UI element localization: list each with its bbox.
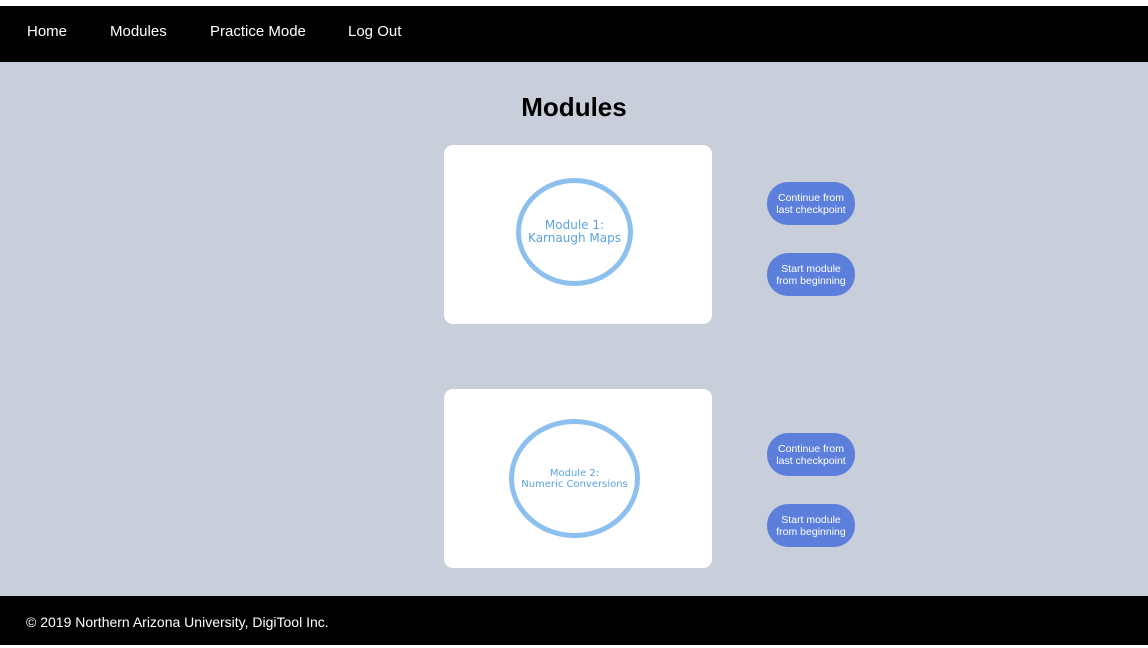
- nav-log-out-link[interactable]: Log Out: [348, 6, 401, 62]
- module-1-circle[interactable]: Module 1: Karnaugh Maps: [516, 178, 633, 286]
- module-2-card[interactable]: Module 2: Numeric Conversions: [444, 389, 712, 568]
- module-1-start-label-line1: Start module: [781, 262, 841, 275]
- page-title: Modules: [521, 92, 627, 122]
- nav-home-link[interactable]: Home: [27, 6, 67, 62]
- module-2-start-label-line1: Start module: [781, 513, 841, 526]
- module-2-circle[interactable]: Module 2: Numeric Conversions: [509, 419, 640, 538]
- module-2-start-button[interactable]: Start module from beginning: [767, 504, 855, 547]
- module-1-continue-label-line2: last checkpoint: [776, 203, 846, 216]
- nav-modules-link[interactable]: Modules: [110, 6, 167, 62]
- page-footer: © 2019 Northern Arizona University, Digi…: [0, 596, 1148, 645]
- module-1-start-label-line2: from beginning: [776, 274, 846, 287]
- module-1-start-button[interactable]: Start module from beginning: [767, 253, 855, 296]
- top-navbar: Home Modules Practice Mode Log Out: [0, 6, 1148, 62]
- module-1-continue-label-line1: Continue from: [778, 191, 844, 204]
- module-2-number: Module 2:: [549, 467, 600, 479]
- module-1-continue-button[interactable]: Continue from last checkpoint: [767, 182, 855, 225]
- module-2-start-label-line2: from beginning: [776, 525, 846, 538]
- footer-copyright: © 2019 Northern Arizona University, Digi…: [26, 614, 329, 630]
- module-2-continue-button[interactable]: Continue from last checkpoint: [767, 433, 855, 476]
- module-2-continue-label-line1: Continue from: [778, 442, 844, 455]
- module-2-name: Numeric Conversions: [521, 478, 628, 490]
- main-content: Modules Module 1: Karnaugh Maps Continue…: [0, 62, 1148, 596]
- module-2-continue-label-line2: last checkpoint: [776, 454, 846, 467]
- module-1-card[interactable]: Module 1: Karnaugh Maps: [444, 145, 712, 324]
- nav-practice-mode-link[interactable]: Practice Mode: [210, 6, 306, 62]
- module-1-name: Karnaugh Maps: [528, 231, 621, 245]
